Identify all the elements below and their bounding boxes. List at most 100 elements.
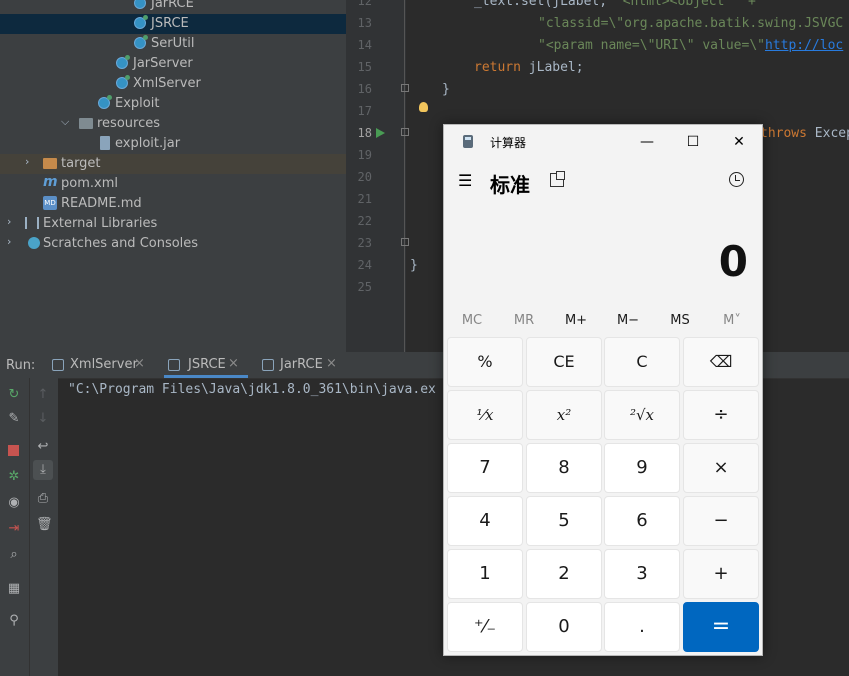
fold-marker-icon[interactable] — [401, 84, 409, 92]
digit-2-button[interactable]: 2 — [526, 549, 602, 599]
tree-item-jarrce[interactable]: JarRCE — [0, 0, 346, 14]
scroll-to-end-icon[interactable]: ⤓ — [33, 460, 53, 480]
stop-icon[interactable] — [8, 445, 19, 456]
tree-item-pom[interactable]: m pom.xml — [0, 174, 346, 194]
calculator-titlebar[interactable]: 计算器 — ☐ ✕ — [444, 125, 762, 159]
digit-9-button[interactable]: 9 — [604, 443, 680, 493]
arrow-up-icon[interactable]: ↑ — [36, 388, 50, 402]
tree-item-resources[interactable]: ⌵ resources — [0, 114, 346, 134]
memory-clear-button[interactable]: MC — [450, 313, 494, 328]
reciprocal-button[interactable]: ¹⁄x — [447, 390, 523, 440]
search-icon[interactable]: ⌕ — [7, 548, 21, 562]
digit-1-button[interactable]: 1 — [447, 549, 523, 599]
clear-button[interactable]: C — [604, 337, 680, 387]
console-output[interactable]: "C:\Program Files\Java\jdk1.8.0_361\bin\… — [68, 382, 436, 397]
tree-item-scratches[interactable]: › Scratches and Consoles — [0, 234, 346, 254]
close-icon[interactable]: × — [326, 356, 337, 371]
close-icon[interactable]: × — [228, 356, 239, 371]
line-number: 16 — [357, 82, 372, 96]
backspace-button[interactable]: ⌫ — [683, 337, 759, 387]
subtract-button[interactable]: − — [683, 496, 759, 546]
fold-marker-icon[interactable] — [401, 238, 409, 246]
lightbulb-icon[interactable] — [419, 102, 428, 112]
decimal-button[interactable]: . — [604, 602, 680, 652]
tree-item-exploit[interactable]: Exploit — [0, 94, 346, 114]
code-line-18: throws Excep — [760, 126, 849, 141]
clear-entry-button[interactable]: CE — [526, 337, 602, 387]
tree-item-target[interactable]: › target — [0, 154, 346, 174]
markdown-icon: MD — [43, 196, 57, 210]
tree-item-jsrce[interactable]: JSRCE — [0, 14, 346, 34]
line-number: 18 — [357, 126, 372, 140]
close-button[interactable]: ✕ — [716, 125, 762, 159]
digit-0-button[interactable]: 0 — [526, 602, 602, 652]
calculator-window: 计算器 — ☐ ✕ ☰ 标准 0 MC MR M+ M− MS M˅ % CE … — [443, 124, 763, 656]
chevron-right-icon[interactable]: › — [7, 215, 11, 228]
tree-item-label: exploit.jar — [115, 136, 181, 151]
line-number: 12 — [357, 0, 372, 8]
run-config-icon — [52, 359, 64, 371]
maximize-button[interactable]: ☐ — [670, 125, 716, 159]
tree-item-exploit-jar[interactable]: exploit.jar — [0, 134, 346, 154]
tree-item-label: JarServer — [133, 56, 193, 71]
rerun-icon[interactable]: ↻ — [7, 388, 21, 402]
tree-item-label: Exploit — [115, 96, 160, 111]
tree-item-xmlserver[interactable]: XmlServer — [0, 74, 346, 94]
fold-marker-icon[interactable] — [401, 128, 409, 136]
soft-wrap-icon[interactable]: ↩ — [36, 440, 50, 454]
tree-item-external-libraries[interactable]: › External Libraries — [0, 214, 346, 234]
java-class-icon — [134, 15, 148, 29]
memory-recall-button[interactable]: MR — [502, 313, 546, 328]
tab-xmlserver[interactable]: XmlServer × — [50, 352, 150, 378]
digit-7-button[interactable]: 7 — [447, 443, 523, 493]
maven-icon: m — [43, 174, 58, 190]
multiply-button[interactable]: × — [683, 443, 759, 493]
divide-button[interactable]: ÷ — [683, 390, 759, 440]
percent-button[interactable]: % — [447, 337, 523, 387]
square-root-button[interactable]: ²√x — [604, 390, 680, 440]
debug-icon[interactable]: ✲ — [7, 470, 21, 484]
arrow-down-icon[interactable]: ↓ — [36, 412, 50, 426]
exit-icon[interactable]: ⇥ — [7, 522, 21, 536]
history-icon[interactable] — [729, 172, 744, 187]
layout-icon[interactable]: ▦ — [7, 582, 21, 596]
code-line-13: "classid=\"org.apache.batik.swing.JSVGC — [538, 16, 844, 31]
line-number: 15 — [357, 60, 372, 74]
print-icon[interactable]: ⎙ — [36, 492, 50, 506]
wrench-icon[interactable]: ✎ — [7, 412, 21, 426]
camera-icon[interactable]: ◉ — [7, 496, 21, 510]
square-button[interactable]: x² — [526, 390, 602, 440]
line-number: 14 — [357, 38, 372, 52]
project-tree-panel: JarRCE JSRCE SerUtil JarServer XmlServer… — [0, 0, 346, 352]
memory-subtract-button[interactable]: M− — [606, 313, 650, 328]
chevron-right-icon[interactable]: › — [25, 155, 29, 168]
keep-on-top-icon[interactable] — [550, 171, 565, 187]
tab-jarrce[interactable]: JarRCE × — [260, 352, 344, 378]
digit-8-button[interactable]: 8 — [526, 443, 602, 493]
tree-item-serutil[interactable]: SerUtil — [0, 34, 346, 54]
memory-list-button[interactable]: M˅ — [710, 313, 754, 328]
chevron-right-icon[interactable]: › — [7, 235, 11, 248]
java-class-icon — [98, 95, 112, 109]
memory-add-button[interactable]: M+ — [554, 313, 598, 328]
memory-store-button[interactable]: MS — [658, 313, 702, 328]
equals-button[interactable]: = — [683, 602, 759, 652]
digit-5-button[interactable]: 5 — [526, 496, 602, 546]
tab-jsrce[interactable]: JSRCE × — [164, 352, 248, 378]
digit-3-button[interactable]: 3 — [604, 549, 680, 599]
minimize-button[interactable]: — — [624, 125, 670, 159]
tree-item-jarserver[interactable]: JarServer — [0, 54, 346, 74]
run-gutter-icon[interactable] — [376, 128, 385, 138]
line-number: 24 — [357, 258, 372, 272]
pin-icon[interactable]: ⚲ — [7, 614, 21, 628]
digit-6-button[interactable]: 6 — [604, 496, 680, 546]
menu-icon[interactable]: ☰ — [458, 173, 474, 189]
line-number: 17 — [357, 104, 372, 118]
digit-4-button[interactable]: 4 — [447, 496, 523, 546]
tree-item-readme[interactable]: MD README.md — [0, 194, 346, 214]
negate-button[interactable]: ⁺⁄₋ — [447, 602, 523, 652]
close-icon[interactable]: × — [134, 356, 145, 371]
chevron-down-icon[interactable]: ⌵ — [61, 115, 69, 129]
trash-icon[interactable]: 🗑 — [36, 518, 53, 532]
add-button[interactable]: + — [683, 549, 759, 599]
